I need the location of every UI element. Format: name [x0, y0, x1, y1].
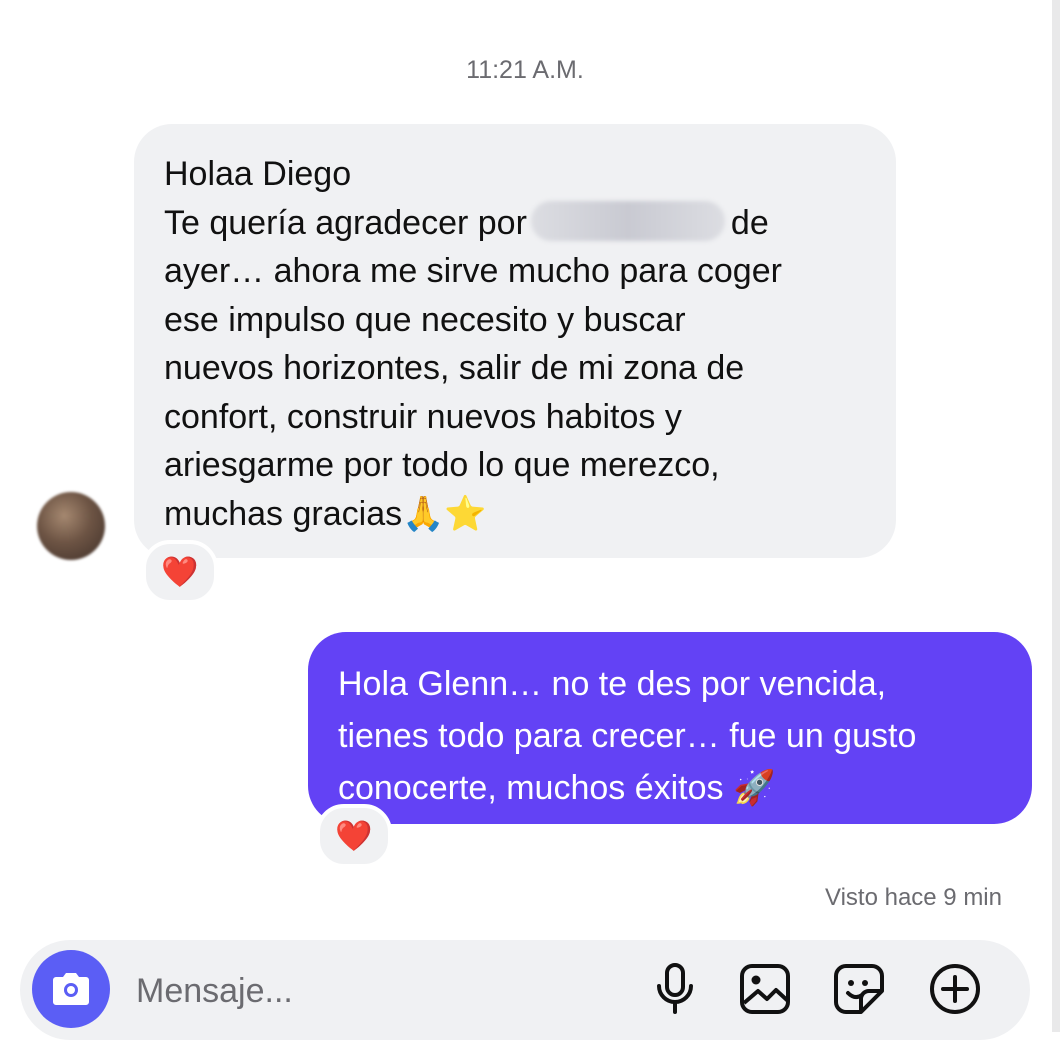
- message-timestamp: 11:21 A.M.: [466, 56, 584, 84]
- message-composer: [20, 940, 1030, 1040]
- message-line: Holaa Diego: [164, 155, 352, 193]
- scrollbar[interactable]: [1052, 0, 1060, 1032]
- message-line: muchas gracias🙏⭐: [164, 494, 487, 533]
- message-line: Te quería agradecer por de: [164, 199, 866, 248]
- add-button[interactable]: [926, 960, 984, 1018]
- message-line: ariesgarme por todo lo que merezco,: [164, 446, 720, 484]
- seen-status: Visto hace 9 min: [825, 884, 1002, 911]
- plus-circle-icon: [930, 964, 980, 1014]
- message-line: conocerte, muchos éxitos 🚀: [338, 769, 776, 807]
- message-line: nuevos horizontes, salir de mi zona de: [164, 349, 745, 387]
- message-input[interactable]: [134, 966, 618, 1016]
- camera-button[interactable]: [32, 950, 110, 1028]
- incoming-message-bubble[interactable]: Holaa Diego Te quería agradecer por de ay…: [134, 124, 896, 558]
- gallery-icon: [740, 964, 790, 1014]
- redacted-text: [530, 200, 725, 241]
- message-text: Te quería agradecer por: [164, 203, 527, 242]
- message-line: Hola Glenn… no te des por vencida,: [338, 665, 887, 703]
- sticker-icon: [834, 964, 884, 1014]
- microphone-icon: [657, 963, 693, 1014]
- message-line: ese impulso que necesito y buscar: [164, 300, 686, 339]
- message-line: confort, construir nuevos habitos y: [164, 397, 682, 436]
- message-text: de: [730, 203, 769, 242]
- outgoing-message-bubble[interactable]: Hola Glenn… no te des por vencida, tiene…: [308, 632, 1032, 824]
- heart-icon: ❤️: [161, 555, 199, 589]
- message-line: tienes todo para crecer… fue un gusto: [338, 717, 917, 755]
- sender-avatar[interactable]: [37, 492, 105, 560]
- gallery-button[interactable]: [736, 960, 794, 1018]
- sticker-button[interactable]: [830, 960, 888, 1018]
- camera-icon: [53, 973, 89, 1005]
- message-line: ayer… ahora me sirve mucho para coger: [164, 252, 782, 290]
- heart-reaction[interactable]: ❤️: [316, 804, 392, 868]
- heart-icon: ❤️: [335, 819, 373, 853]
- microphone-button[interactable]: [646, 960, 704, 1018]
- heart-reaction[interactable]: ❤️: [142, 540, 218, 604]
